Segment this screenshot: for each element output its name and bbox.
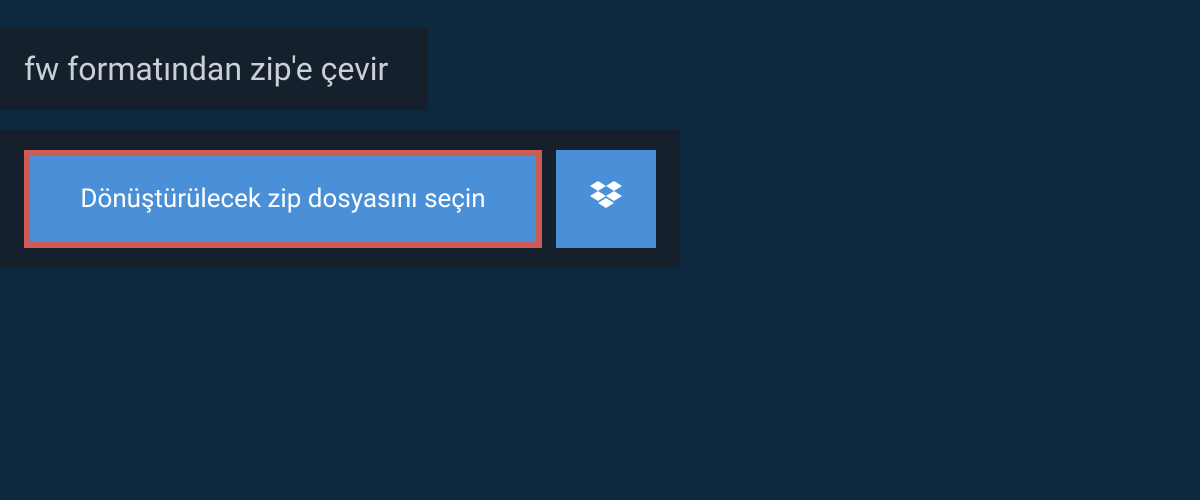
upload-card: Dönüştürülecek zip dosyasını seçin [0, 130, 680, 268]
dropbox-button[interactable] [556, 150, 656, 248]
select-file-button[interactable]: Dönüştürülecek zip dosyasını seçin [24, 150, 542, 248]
select-file-label: Dönüştürülecek zip dosyasını seçin [80, 184, 485, 214]
page-title: fw formatından zip'e çevir [24, 50, 388, 88]
page-title-tab: fw formatından zip'e çevir [0, 28, 428, 110]
dropbox-icon [586, 177, 626, 221]
